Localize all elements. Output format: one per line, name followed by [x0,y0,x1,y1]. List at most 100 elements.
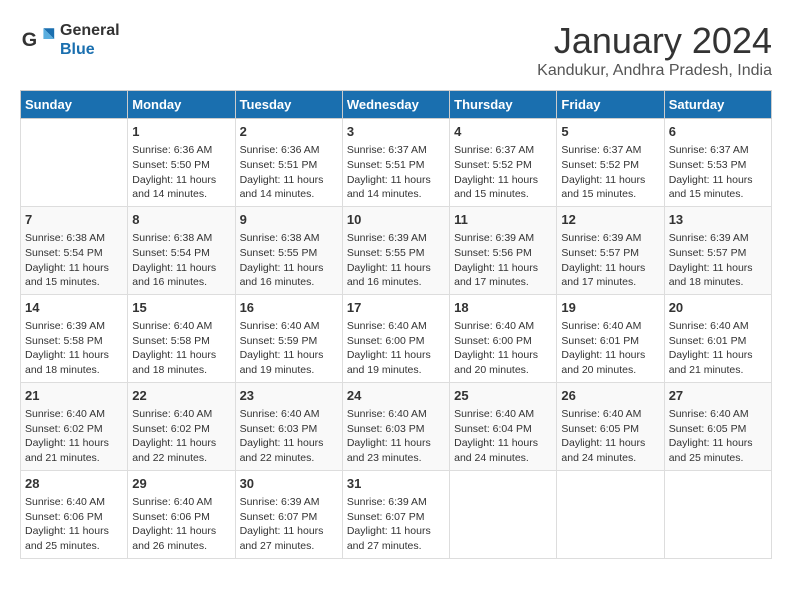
calendar-cell: 20Sunrise: 6:40 AMSunset: 6:01 PMDayligh… [664,294,771,382]
calendar-cell: 31 Sunrise: 6:39 AMSunset: 6:07 PMDayligh… [342,470,449,558]
cell-content: Sunrise: 6:39 AMSunset: 5:57 PMDaylight:… [669,231,767,290]
day-number: 8 [132,211,230,229]
cell-content: Sunrise: 6:36 AMSunset: 5:51 PMDaylight:… [240,143,338,202]
week-row-2: 7 Sunrise: 6:38 AMSunset: 5:54 PMDaylight… [21,206,772,294]
day-header-wednesday: Wednesday [342,91,449,119]
cell-content: Sunrise: 6:37 AMSunset: 5:52 PMDaylight:… [454,143,552,202]
logo: G General Blue [20,20,120,58]
calendar-cell: 10 Sunrise: 6:39 AMSunset: 5:55 PMDayligh… [342,206,449,294]
cell-content: Sunrise: 6:37 AMSunset: 5:51 PMDaylight:… [347,143,445,202]
cell-content: Sunrise: 6:38 AMSunset: 5:55 PMDaylight:… [240,231,338,290]
cell-content: Sunrise: 6:38 AMSunset: 5:54 PMDaylight:… [132,231,230,290]
logo-general: General [60,22,120,39]
day-number: 23 [240,387,338,405]
calendar-cell: 5 Sunrise: 6:37 AMSunset: 5:52 PMDaylight… [557,119,664,207]
cell-content: Sunrise: 6:40 AMSunset: 6:02 PMDaylight:… [25,407,123,466]
day-number: 3 [347,123,445,141]
day-header-thursday: Thursday [450,91,557,119]
cell-content: Sunrise: 6:40 AMSunset: 5:58 PMDaylight:… [132,319,230,378]
day-number: 27 [669,387,767,405]
day-number: 1 [132,123,230,141]
week-row-4: 21 Sunrise: 6:40 AMSunset: 6:02 PMDayligh… [21,382,772,470]
day-number: 15 [132,299,230,317]
day-number: 18 [454,299,552,317]
calendar-cell: 26 Sunrise: 6:40 AMSunset: 6:05 PMDayligh… [557,382,664,470]
logo-icon: G [20,21,56,57]
cell-content: Sunrise: 6:40 AMSunset: 6:03 PMDaylight:… [240,407,338,466]
day-number: 20 [669,299,767,317]
cell-content: Sunrise: 6:39 AMSunset: 6:07 PMDaylight:… [240,495,338,554]
cell-content: Sunrise: 6:40 AMSunset: 6:02 PMDaylight:… [132,407,230,466]
calendar-cell: 25 Sunrise: 6:40 AMSunset: 6:04 PMDayligh… [450,382,557,470]
day-number: 7 [25,211,123,229]
calendar-cell: 13 Sunrise: 6:39 AMSunset: 5:57 PMDayligh… [664,206,771,294]
day-number: 14 [25,299,123,317]
location: Kandukur, Andhra Pradesh, India [537,62,772,80]
cell-content: Sunrise: 6:37 AMSunset: 5:52 PMDaylight:… [561,143,659,202]
calendar-cell: 29 Sunrise: 6:40 AMSunset: 6:06 PMDayligh… [128,470,235,558]
calendar-table: SundayMondayTuesdayWednesdayThursdayFrid… [20,90,772,559]
day-number: 9 [240,211,338,229]
week-row-3: 14 Sunrise: 6:39 AMSunset: 5:58 PMDayligh… [21,294,772,382]
week-row-5: 28 Sunrise: 6:40 AMSunset: 6:06 PMDayligh… [21,470,772,558]
calendar-cell: 14 Sunrise: 6:39 AMSunset: 5:58 PMDayligh… [21,294,128,382]
day-number: 26 [561,387,659,405]
cell-content: Sunrise: 6:40 AMSunset: 6:04 PMDaylight:… [454,407,552,466]
day-number: 25 [454,387,552,405]
cell-content: Sunrise: 6:39 AMSunset: 5:57 PMDaylight:… [561,231,659,290]
day-number: 13 [669,211,767,229]
day-number: 29 [132,475,230,493]
cell-content: Sunrise: 6:39 AMSunset: 6:07 PMDaylight:… [347,495,445,554]
calendar-cell: 22 Sunrise: 6:40 AMSunset: 6:02 PMDayligh… [128,382,235,470]
days-header-row: SundayMondayTuesdayWednesdayThursdayFrid… [21,91,772,119]
calendar-cell: 15 Sunrise: 6:40 AMSunset: 5:58 PMDayligh… [128,294,235,382]
calendar-cell: 7 Sunrise: 6:38 AMSunset: 5:54 PMDaylight… [21,206,128,294]
calendar-cell [557,470,664,558]
day-number: 31 [347,475,445,493]
calendar-cell: 2 Sunrise: 6:36 AMSunset: 5:51 PMDaylight… [235,119,342,207]
svg-text:G: G [22,29,37,51]
day-header-saturday: Saturday [664,91,771,119]
month-title: January 2024 [537,20,772,62]
day-number: 2 [240,123,338,141]
calendar-cell: 3 Sunrise: 6:37 AMSunset: 5:51 PMDaylight… [342,119,449,207]
day-number: 19 [561,299,659,317]
day-number: 6 [669,123,767,141]
day-number: 30 [240,475,338,493]
calendar-cell [21,119,128,207]
day-number: 17 [347,299,445,317]
cell-content: Sunrise: 6:40 AMSunset: 6:05 PMDaylight:… [561,407,659,466]
title-area: January 2024 Kandukur, Andhra Pradesh, I… [537,20,772,80]
calendar-cell: 1Sunrise: 6:36 AMSunset: 5:50 PMDaylight… [128,119,235,207]
calendar-cell: 6Sunrise: 6:37 AMSunset: 5:53 PMDaylight… [664,119,771,207]
cell-content: Sunrise: 6:38 AMSunset: 5:54 PMDaylight:… [25,231,123,290]
day-header-sunday: Sunday [21,91,128,119]
day-number: 5 [561,123,659,141]
day-number: 28 [25,475,123,493]
calendar-cell: 23 Sunrise: 6:40 AMSunset: 6:03 PMDayligh… [235,382,342,470]
calendar-cell [450,470,557,558]
cell-content: Sunrise: 6:39 AMSunset: 5:58 PMDaylight:… [25,319,123,378]
day-number: 22 [132,387,230,405]
calendar-cell: 4 Sunrise: 6:37 AMSunset: 5:52 PMDaylight… [450,119,557,207]
cell-content: Sunrise: 6:39 AMSunset: 5:55 PMDaylight:… [347,231,445,290]
calendar-cell: 21 Sunrise: 6:40 AMSunset: 6:02 PMDayligh… [21,382,128,470]
day-number: 12 [561,211,659,229]
calendar-cell: 30 Sunrise: 6:39 AMSunset: 6:07 PMDayligh… [235,470,342,558]
cell-content: Sunrise: 6:40 AMSunset: 6:06 PMDaylight:… [132,495,230,554]
calendar-cell: 9 Sunrise: 6:38 AMSunset: 5:55 PMDaylight… [235,206,342,294]
week-row-1: 1Sunrise: 6:36 AMSunset: 5:50 PMDaylight… [21,119,772,207]
calendar-cell: 8 Sunrise: 6:38 AMSunset: 5:54 PMDaylight… [128,206,235,294]
day-number: 16 [240,299,338,317]
day-number: 21 [25,387,123,405]
page-header: G General Blue January 2024 Kandukur, An… [20,20,772,80]
calendar-cell [664,470,771,558]
day-number: 24 [347,387,445,405]
calendar-cell: 18Sunrise: 6:40 AMSunset: 6:00 PMDayligh… [450,294,557,382]
calendar-cell: 24Sunrise: 6:40 AMSunset: 6:03 PMDayligh… [342,382,449,470]
day-number: 10 [347,211,445,229]
day-number: 4 [454,123,552,141]
day-number: 11 [454,211,552,229]
day-header-monday: Monday [128,91,235,119]
calendar-cell: 17Sunrise: 6:40 AMSunset: 6:00 PMDayligh… [342,294,449,382]
